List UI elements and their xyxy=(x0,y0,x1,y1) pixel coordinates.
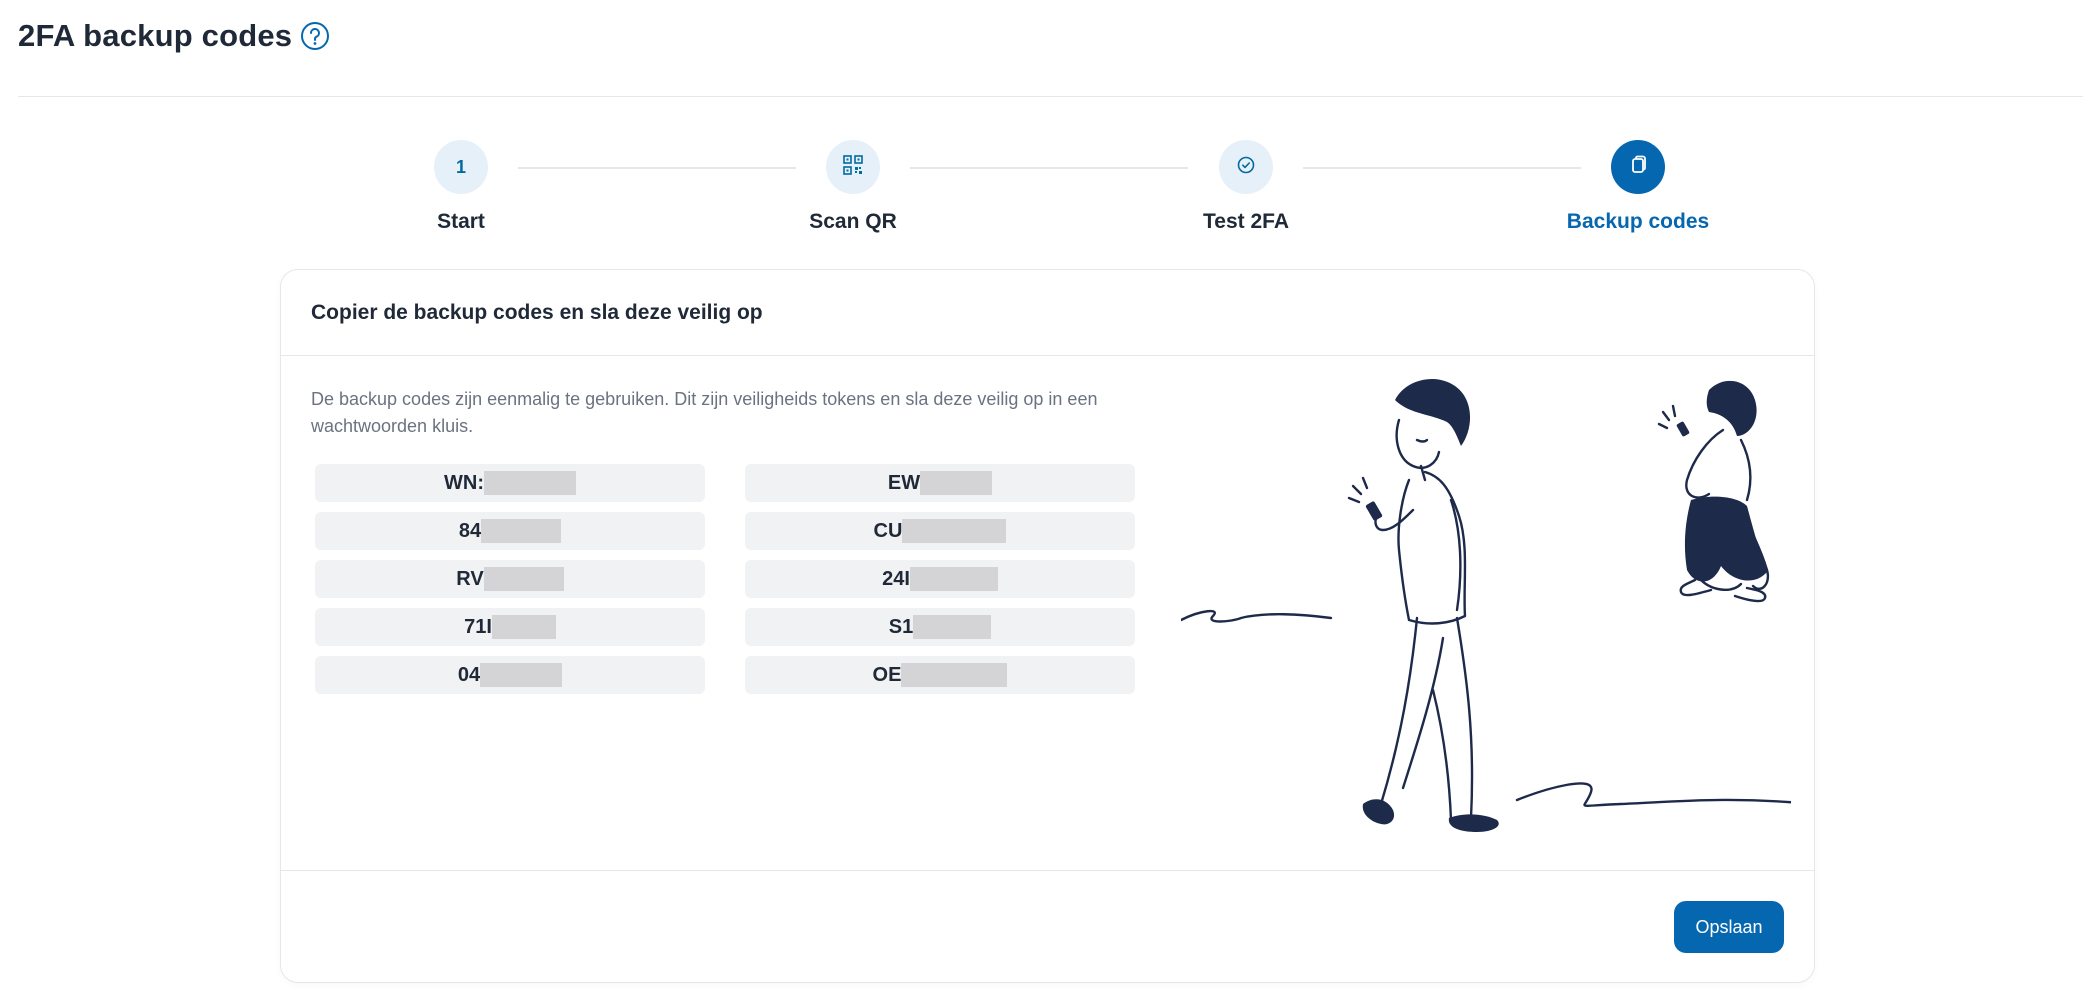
backup-code: CU xyxy=(745,512,1135,550)
step-label: Test 2FA xyxy=(1203,210,1289,233)
qr-code-icon xyxy=(843,154,863,180)
redacted-code xyxy=(909,567,998,591)
backup-code-text: 24I xyxy=(882,567,910,590)
step-test-2fa: Test 2FA xyxy=(1126,140,1366,234)
backup-code-text: WN: xyxy=(444,471,484,494)
step-marker xyxy=(826,140,880,194)
step-marker xyxy=(1219,140,1273,194)
backup-codes-card: Copier de backup codes en sla deze veili… xyxy=(280,269,1815,983)
backup-code-text: 84 xyxy=(458,519,482,542)
backup-code-text: CU xyxy=(873,519,903,542)
backup-code: 84 xyxy=(315,512,705,550)
backup-code: 71I xyxy=(315,608,705,646)
backup-code-text: RV xyxy=(456,567,484,590)
redacted-code xyxy=(920,471,993,495)
backup-code-text: EW xyxy=(887,471,921,494)
backup-code: S1 xyxy=(745,608,1135,646)
step-start: 1 Start xyxy=(341,140,581,234)
redacted-code xyxy=(480,663,563,687)
backup-code-text: 71I xyxy=(464,615,492,638)
backup-code: RV xyxy=(315,560,705,598)
redacted-code xyxy=(483,471,576,495)
backup-code: OE xyxy=(745,656,1135,694)
backup-code-text: OE xyxy=(872,663,902,686)
step-number: 1 xyxy=(434,140,488,194)
step-backup-codes: Backup codes xyxy=(1518,140,1758,234)
stepper: 1 Start Scan QR Test 2FA Backup codes xyxy=(0,140,2083,250)
redacted-code xyxy=(481,519,562,543)
save-button[interactable]: Opslaan xyxy=(1674,901,1784,953)
backup-code: WN: xyxy=(315,464,705,502)
card-title: Copier de backup codes en sla deze veili… xyxy=(311,300,763,324)
step-label: Start xyxy=(437,210,485,233)
backup-codes-list: WN: EW 84 CU RV 24I 71I S1 04 OE xyxy=(315,464,1135,694)
step-marker xyxy=(1611,140,1665,194)
backup-code: 24I xyxy=(745,560,1135,598)
step-scan-qr: Scan QR xyxy=(733,140,973,234)
step-label: Scan QR xyxy=(809,210,897,233)
question-circle-icon[interactable] xyxy=(300,21,330,51)
copy-icon xyxy=(1628,155,1648,180)
backup-code-text: 04 xyxy=(457,663,481,686)
backup-code-text: S1 xyxy=(888,615,914,638)
backup-code: EW xyxy=(745,464,1135,502)
header-divider xyxy=(18,96,2083,97)
people-walking-illustration xyxy=(1179,370,1813,840)
page-header: 2FA backup codes xyxy=(18,18,330,54)
redacted-code xyxy=(901,663,1008,687)
redacted-code xyxy=(902,519,1007,543)
card-header: Copier de backup codes en sla deze veili… xyxy=(281,270,1814,356)
check-circle-icon xyxy=(1236,155,1256,180)
redacted-code xyxy=(491,615,556,639)
card-footer: Opslaan xyxy=(281,870,1814,982)
redacted-code xyxy=(913,615,992,639)
page-title: 2FA backup codes xyxy=(18,18,293,53)
redacted-code xyxy=(483,567,564,591)
backup-code: 04 xyxy=(315,656,705,694)
step-label: Backup codes xyxy=(1566,210,1710,233)
card-description: De backup codes zijn eenmalig te gebruik… xyxy=(311,389,1098,436)
